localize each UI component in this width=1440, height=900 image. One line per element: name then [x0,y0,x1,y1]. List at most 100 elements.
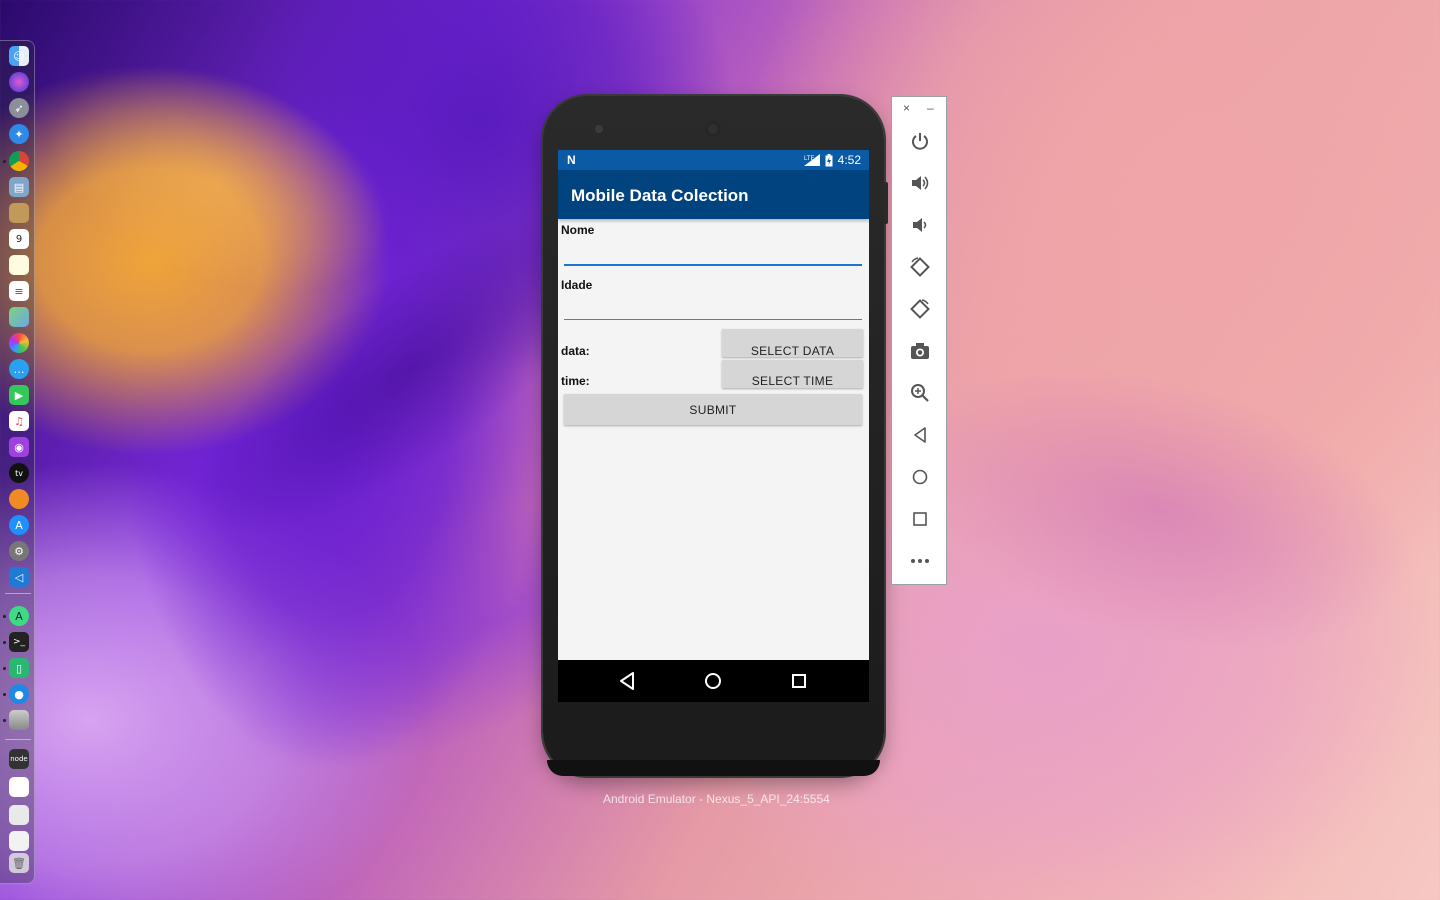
nome-label: Nome [561,223,595,237]
window-icon[interactable] [9,831,29,851]
dock-separator [5,593,31,594]
phone-side-button[interactable] [884,182,888,224]
reminders-icon[interactable]: ≡ [9,281,29,301]
wallpaper-swirl [16,24,424,336]
overview-icon [913,512,927,526]
back-icon [620,672,634,690]
messages-icon[interactable]: … [9,359,29,379]
app-bar: Mobile Data Colection [558,170,869,219]
running-indicator [3,615,6,618]
front-camera [595,125,603,133]
more-button[interactable] [908,549,932,573]
rotate-left-button[interactable] [908,255,932,279]
document-icon[interactable] [9,777,29,797]
android-studio-icon[interactable]: A [9,606,29,626]
home-button[interactable] [908,465,932,489]
running-indicator [3,719,6,722]
trash-icon[interactable]: 🗑 [9,853,29,873]
network-type: LTE [804,156,815,162]
podcasts-icon[interactable]: ◉ [9,437,29,457]
power-button[interactable] [908,129,932,153]
back-button[interactable] [908,423,932,447]
zoom-button[interactable] [908,381,932,405]
nav-home-button[interactable] [701,669,725,693]
nome-input[interactable] [564,240,862,262]
node-icon[interactable]: node [9,749,29,769]
home-icon [705,673,721,689]
running-indicator [3,693,6,696]
status-bar: N LTE 4:52 [558,150,869,170]
nome-input-underline [564,264,862,266]
phone-screen: N LTE 4:52 Mobile Data Colection Nome Id… [558,150,869,702]
notes-icon[interactable] [9,255,29,275]
calendar-icon[interactable]: 9 [9,229,29,249]
volume-up-button[interactable] [908,171,932,195]
terminal-icon[interactable]: >_ [9,632,29,652]
idade-label: Idade [561,278,593,292]
select-data-button[interactable]: SELECT DATA [722,329,863,357]
select-time-button-label: SELECT TIME [751,374,834,388]
safari-icon[interactable]: ✦ [9,124,29,144]
dock-separator [5,739,31,740]
select-time-button[interactable]: SELECT TIME [722,360,863,388]
launchpad-icon[interactable]: ➶ [9,98,29,118]
running-indicator [3,641,6,644]
nav-overview-button[interactable] [787,669,811,693]
android-emulator-icon[interactable]: ▯ [9,658,29,678]
rotate-right-button[interactable] [908,297,932,321]
siri-icon[interactable] [9,72,29,92]
signal-icon: LTE [803,154,820,166]
android-phone-frame: N LTE 4:52 Mobile Data Colection Nome Id… [543,96,888,776]
maps-icon[interactable] [9,307,29,327]
time-label: time: [561,374,590,388]
downloads-icon[interactable] [9,805,29,825]
volume-down-button[interactable] [908,213,932,237]
books-icon[interactable] [9,489,29,509]
running-indicator [3,160,6,163]
camera-icon [911,343,929,359]
select-data-button-label: SELECT DATA [750,344,835,357]
data-label: data: [561,344,590,358]
phone-bottom-edge [547,760,880,776]
emulator-toolbar: × – [891,96,947,585]
vscode-icon[interactable]: ◁ [9,567,29,587]
more-icon [911,559,929,563]
chrome-icon[interactable] [9,151,29,171]
screenshot-button[interactable] [908,339,932,363]
zoom-icon [911,384,929,402]
location-icon[interactable]: ● [9,684,29,704]
submit-button[interactable]: SUBMIT [564,394,862,425]
overview-button[interactable] [908,507,932,531]
earpiece-speaker [705,121,721,137]
preview-icon[interactable]: ▤ [9,177,29,197]
app-store-icon[interactable]: A [9,515,29,535]
overview-icon [792,674,806,688]
back-icon [914,427,926,443]
volume-up-icon [912,176,929,190]
navigation-bar [558,660,869,702]
music-icon[interactable]: ♫ [9,411,29,431]
photos-icon[interactable] [9,333,29,353]
notification-n-icon: N [567,153,576,167]
rotate-right-icon [910,299,930,319]
idade-input[interactable] [564,295,862,317]
database-icon[interactable] [9,710,29,730]
apple-tv-icon[interactable]: tv [9,463,29,483]
nav-back-button[interactable] [615,669,639,693]
facetime-icon[interactable]: ▶ [9,385,29,405]
finder-icon[interactable]: ☺ [9,46,29,66]
wallpaper-swirl [875,317,1440,703]
emulator-window-label: Android Emulator - Nexus_5_API_24:5554 [603,792,830,806]
battery-icon [825,153,833,166]
status-icons: LTE 4:52 [803,153,861,167]
close-button[interactable]: × [903,101,910,115]
idade-input-underline [564,319,862,320]
clock-time: 4:52 [837,153,861,167]
volume-down-icon [913,218,927,232]
minimize-button[interactable]: – [927,101,934,115]
system-preferences-icon[interactable]: ⚙ [9,541,29,561]
light-sensor [826,126,832,132]
dock: ☺ ➶ ✦ ▤ 9 ≡ … ▶ ♫ ◉ tv A ⚙ ◁ A >_ ▯ ● no… [0,40,35,884]
proximity-sensor [816,126,822,132]
contacts-icon[interactable] [9,203,29,223]
